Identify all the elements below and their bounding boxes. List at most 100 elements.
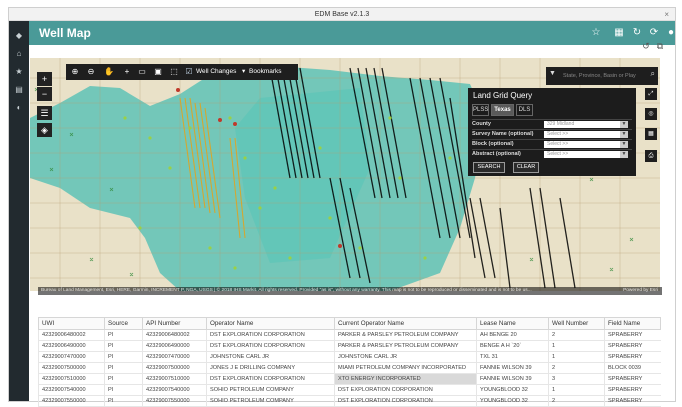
select-polygon-icon[interactable]: ⬚: [168, 65, 180, 79]
table-cell: PARKER & PARSLEY PETROLEUM COMPANY: [334, 329, 477, 341]
table-cell: 42329006480002: [142, 329, 207, 341]
table-cell: PI: [104, 362, 143, 374]
abstract-select[interactable]: Select >> ▼: [544, 151, 628, 158]
layers-icon[interactable]: ◈: [37, 123, 52, 137]
bookmarks-menu[interactable]: Bookmarks: [249, 64, 282, 80]
zoom-box-in-icon[interactable]: ⊕: [69, 65, 81, 79]
close-icon[interactable]: ×: [664, 8, 669, 21]
zoom-out-button[interactable]: −: [37, 87, 52, 101]
map-search: ▼ ⌕: [546, 67, 658, 85]
table-cell: YOUNGBLOOD 32: [476, 395, 549, 407]
column-header-lease-name[interactable]: Lease Name: [476, 317, 549, 330]
tab-texas[interactable]: Texas: [491, 104, 514, 116]
filter-icon[interactable]: ▼: [549, 70, 556, 77]
table-cell: 3: [548, 373, 605, 385]
survey-select[interactable]: Select >> ▼: [544, 131, 628, 138]
table-cell: SPRABERRY: [604, 351, 661, 363]
block-select[interactable]: Select >> ▼: [544, 141, 628, 148]
list-icon[interactable]: ☰: [37, 106, 52, 120]
abstract-value: Select >>: [547, 151, 569, 157]
table-row[interactable]: 42329007500000 PI 42329007500000 JONES J E …: [38, 362, 661, 374]
county-value: 329 Midland: [547, 121, 575, 127]
table-cell: 42329007500000: [38, 362, 105, 374]
table-cell: PI: [104, 340, 143, 352]
table-cell-highlighted: XTO ENERGY INCORPORATED: [334, 373, 477, 385]
bookmarks-chevron-icon[interactable]: ▾: [242, 64, 245, 80]
favorite-icon[interactable]: ☆: [589, 21, 603, 45]
table-cell: PARKER & PARSLEY PETROLEUM COMPANY: [334, 340, 477, 352]
table-row[interactable]: 42329006480002 PI 42329006480002 DST EXPLOR…: [38, 329, 661, 341]
print-icon[interactable]: ⎙: [645, 150, 657, 162]
table-cell: 42329007550000: [38, 395, 105, 407]
table-cell: 42329007470000: [142, 351, 207, 363]
well-changes-checkbox-icon[interactable]: ☑: [184, 65, 194, 79]
tab-plss[interactable]: PLSS: [472, 104, 489, 116]
grid-icon[interactable]: ▦: [612, 21, 626, 45]
table-row[interactable]: 42329006490000 PI 42329006490000 DST EXPLOR…: [38, 340, 661, 352]
zoom-in-button[interactable]: +: [37, 72, 52, 86]
dashboard-icon[interactable]: ◐: [9, 101, 29, 115]
column-header-well-number[interactable]: Well Number: [548, 317, 605, 330]
left-navigation-rail: ◆ ⌂ ★ ▤ ◐: [9, 21, 29, 401]
document-icon[interactable]: ▤: [9, 83, 29, 97]
county-select[interactable]: 329 Midland ▼: [544, 121, 628, 128]
table-cell: BENGE A H `20`: [476, 340, 549, 352]
fullscreen-icon[interactable]: ⤢: [645, 88, 657, 100]
table-cell: YOUNGBLOOD 32: [476, 384, 549, 396]
table-cell: DST EXPLORATION CORPORATION: [334, 384, 477, 396]
table-cell: 42329007540000: [38, 384, 105, 396]
table-cell: SPRABERRY: [604, 384, 661, 396]
home-icon[interactable]: ⌂: [9, 47, 29, 61]
table-row[interactable]: 42329007550000 PI 42329007550000 SOHIO PETR…: [38, 395, 661, 407]
table-cell: JOHNSTONE CARL JR: [334, 351, 477, 363]
column-header-field-name[interactable]: Field Name: [604, 317, 661, 330]
table-cell: 42329007550000: [142, 395, 207, 407]
table-cell: 1: [548, 384, 605, 396]
clear-button[interactable]: CLEAR: [513, 162, 539, 173]
block-value: Select >>: [547, 141, 569, 147]
table-cell: 42329006480002: [38, 329, 105, 341]
block-row: Block (optional) Select >> ▼: [472, 139, 632, 148]
column-header-operator-name[interactable]: Operator Name: [206, 317, 335, 330]
table-cell: PI: [104, 384, 143, 396]
table-cell: AH BENGE 20: [476, 329, 549, 341]
table-cell: TXL 31: [476, 351, 549, 363]
table-cell: DST EXPLORATION CORPORATION: [206, 373, 335, 385]
column-header-current-operator-name[interactable]: Current Operator Name: [334, 317, 477, 330]
table-row[interactable]: 42329007510000 PI 42329007510000 DST EXPLOR…: [38, 373, 661, 385]
app-logo-icon[interactable]: ◆: [9, 29, 29, 43]
table-cell: 42329007540000: [142, 384, 207, 396]
search-icon[interactable]: ⌕: [651, 69, 655, 79]
table-row[interactable]: 42329007540000 PI 42329007540000 SOHIO PETR…: [38, 384, 661, 396]
zoom-box-out-icon[interactable]: ⊖: [85, 65, 97, 79]
tab-dls[interactable]: DLS: [516, 104, 533, 116]
table-cell: 42329007510000: [38, 373, 105, 385]
select-rectangle-icon[interactable]: ▭: [136, 65, 148, 79]
column-header-uwi[interactable]: UWI: [38, 317, 105, 330]
reset-icon[interactable]: ↺: [640, 41, 652, 52]
gps-icon[interactable]: ◎: [645, 108, 657, 120]
search-button[interactable]: SEARCH: [473, 162, 505, 173]
qr-grid-icon[interactable]: ▦: [645, 128, 657, 140]
table-cell: DST EXPLORATION CORPORATION: [334, 395, 477, 407]
block-label: Block (optional): [472, 141, 514, 147]
app-header: Well Map ☆ ▦ ↻ ⟳ ●: [29, 21, 675, 45]
column-header-source[interactable]: Source: [104, 317, 143, 330]
table-cell: FANNIE WILSON 39: [476, 362, 549, 374]
table-cell: 42329007510000: [142, 373, 207, 385]
pan-hand-icon[interactable]: ✋: [103, 65, 115, 79]
survey-value: Select >>: [547, 131, 569, 137]
chevron-down-icon: ▼: [620, 141, 628, 148]
table-cell: 1: [548, 340, 605, 352]
table-row[interactable]: 42329007470000 PI 42329007470000 JOHNSTONE …: [38, 351, 661, 363]
column-header-api-number[interactable]: API Number: [142, 317, 207, 330]
table-cell: PI: [104, 329, 143, 341]
table-cell: 42329007500000: [142, 362, 207, 374]
star-icon[interactable]: ★: [9, 65, 29, 79]
location-search-input[interactable]: [563, 70, 641, 82]
popout-icon[interactable]: ⧉: [654, 41, 666, 52]
select-clear-icon[interactable]: ▣: [152, 65, 164, 79]
table-cell: SPRABERRY: [604, 395, 661, 407]
well-changes-label[interactable]: Well Changes: [196, 64, 236, 80]
crosshair-icon[interactable]: +: [121, 65, 133, 79]
